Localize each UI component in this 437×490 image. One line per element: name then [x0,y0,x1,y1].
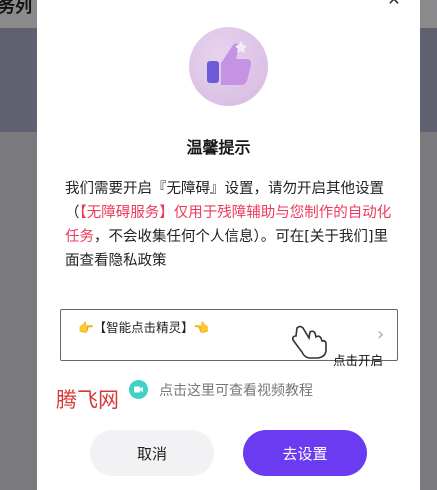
guide-click-hint: 点击开启 [333,353,384,368]
guide-label: 👉【智能点击精灵】👈 [78,320,210,335]
video-tutorial-link[interactable]: 点击这里可查看视频教程 [159,380,313,400]
dialog-message: 我们需要开启『无障碍』设置，请勿开启其他设置（【无障碍服务】仅用于残障辅助与您制… [65,177,395,273]
dialog-title: 温馨提示 [186,138,251,157]
guide-illustration: 👉【智能点击精灵】👈 点击开启 › [60,309,398,368]
video-icon[interactable] [129,380,148,399]
watermark: 腾飞网 [56,388,119,412]
close-icon[interactable]: ✕ [386,0,402,8]
cancel-button[interactable]: 取消 [90,430,214,476]
chevron-right-icon: › [377,324,385,345]
settings-button[interactable]: 去设置 [243,430,367,476]
background-title: 务列 [0,0,32,17]
thumbs-up-icon [207,41,252,85]
hand-pointer-icon [291,324,329,364]
hero-illustration [189,27,268,106]
message-part2: ，不会收集任何个人信息）。可在[关于我们]里面查看隐私政策 [65,229,389,269]
